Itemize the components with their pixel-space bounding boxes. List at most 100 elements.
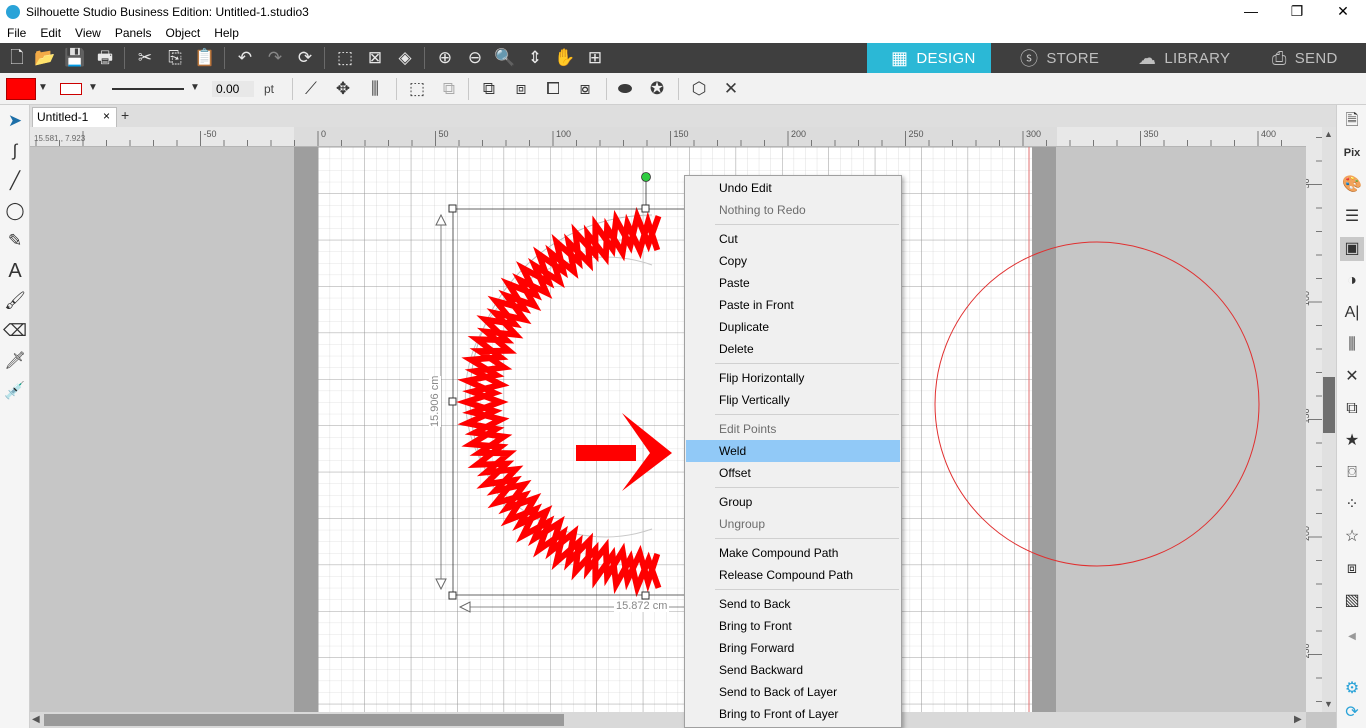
cut-icon[interactable]: ✂: [134, 47, 156, 69]
horizontal-scrollbar[interactable]: ◀ ▶: [30, 712, 1306, 728]
hatch-panel-icon[interactable]: ▧: [1340, 589, 1364, 613]
menu-help[interactable]: Help: [207, 26, 246, 40]
group-icon[interactable]: ⧉: [478, 78, 500, 100]
zoom-in-icon[interactable]: ⊕: [434, 47, 456, 69]
print-icon[interactable]: 🖶: [94, 47, 116, 69]
minimize-button[interactable]: —: [1228, 0, 1274, 23]
line-width-input[interactable]: 0.00: [212, 81, 254, 97]
new-document-icon[interactable]: 🗋: [6, 47, 28, 69]
edit-points-icon[interactable]: ∫: [3, 139, 27, 163]
redraw-icon[interactable]: ⟳: [294, 47, 316, 69]
select-all-icon[interactable]: ⬚: [334, 47, 356, 69]
menu-edit[interactable]: Edit: [33, 26, 68, 40]
line-style-preview[interactable]: [112, 88, 184, 90]
rotate-icon[interactable]: ⧉: [438, 78, 460, 100]
document-tab[interactable]: Untitled-1 ×: [32, 107, 117, 127]
weld-icon[interactable]: ⬬: [614, 78, 636, 100]
tab-send[interactable]: ⎙ SEND: [1248, 43, 1366, 73]
release-compound-icon[interactable]: ⧇: [574, 78, 596, 100]
context-menu-item-nothing-to-redo[interactable]: Nothing to Redo: [686, 199, 900, 221]
context-menu-item-bring-to-front[interactable]: Bring to Front: [686, 615, 900, 637]
line-style-dropdown-icon[interactable]: ▼: [190, 82, 200, 93]
save-icon[interactable]: 💾: [64, 47, 86, 69]
menu-file[interactable]: File: [0, 26, 33, 40]
compound-path-icon[interactable]: ⧠: [542, 78, 564, 100]
context-menu-item-cut[interactable]: Cut: [686, 228, 900, 250]
fit-to-page-icon[interactable]: ⊞: [584, 47, 606, 69]
tab-store[interactable]: ⓢ STORE: [996, 43, 1114, 73]
scale-icon[interactable]: ⬚: [406, 78, 428, 100]
line-color-swatch[interactable]: [60, 83, 82, 95]
undo-icon[interactable]: ↶: [234, 47, 256, 69]
move-icon[interactable]: ✥: [332, 78, 354, 100]
fill-color-dropdown-icon[interactable]: ▼: [38, 82, 48, 93]
context-menu-item-ungroup[interactable]: Ungroup: [686, 513, 900, 535]
3d-box-icon[interactable]: ⬡: [688, 78, 710, 100]
text-style-panel-icon[interactable]: A|: [1340, 301, 1364, 325]
rotate-handle[interactable]: [641, 172, 651, 182]
restore-button[interactable]: ❐: [1274, 0, 1320, 23]
knife-tool-icon[interactable]: 🗡: [3, 349, 27, 373]
context-menu-item-duplicate[interactable]: Duplicate: [686, 316, 900, 338]
scroll-up-icon[interactable]: ▲: [1324, 129, 1333, 139]
modify-panel-icon[interactable]: ⧉: [1340, 397, 1364, 421]
line-style-panel-icon[interactable]: ☰: [1340, 205, 1364, 229]
add-tab-button[interactable]: +: [121, 107, 129, 123]
menu-view[interactable]: View: [68, 26, 108, 40]
pixscan-icon[interactable]: Pix: [1340, 141, 1364, 165]
align-icon[interactable]: ⫼: [364, 78, 386, 100]
select-arrow-icon[interactable]: ➤: [3, 109, 27, 133]
context-menu-item-edit-points[interactable]: Edit Points: [686, 418, 900, 440]
fill-color-panel-icon[interactable]: 🎨: [1340, 173, 1364, 197]
zoom-out-icon[interactable]: ⊖: [464, 47, 486, 69]
tab-design[interactable]: ▦ DESIGN: [867, 43, 991, 73]
nesting-panel-icon[interactable]: ⧈: [1340, 557, 1364, 581]
context-menu-item-send-to-back-of-layer[interactable]: Send to Back of Layer: [686, 681, 900, 703]
context-menu-item-paste[interactable]: Paste: [686, 272, 900, 294]
align-panel-icon[interactable]: ⫼: [1340, 333, 1364, 357]
settings-gear-icon[interactable]: ⚙: [1340, 677, 1364, 701]
close-window-button[interactable]: ✕: [1320, 0, 1366, 23]
zoom-selected-icon[interactable]: 🔍: [494, 47, 516, 69]
horizontal-scroll-thumb[interactable]: [44, 714, 564, 726]
collapse-arrow-icon[interactable]: ◀: [1340, 625, 1364, 649]
context-menu-item-group[interactable]: Group: [686, 491, 900, 513]
context-menu-item-bring-to-front-of-layer[interactable]: Bring to Front of Layer: [686, 703, 900, 725]
sketch-panel-icon[interactable]: ▣: [1340, 237, 1364, 261]
scroll-left-icon[interactable]: ◀: [32, 714, 40, 725]
close-x-icon[interactable]: ✕: [720, 78, 742, 100]
offset-panel-icon[interactable]: ★: [1340, 429, 1364, 453]
context-menu-item-offset[interactable]: Offset: [686, 462, 900, 484]
deselect-icon[interactable]: ⊠: [364, 47, 386, 69]
context-menu-item-undo-edit[interactable]: Undo Edit: [686, 177, 900, 199]
transform-panel-icon[interactable]: ✕: [1340, 365, 1364, 389]
design-canvas[interactable]: 15.906 cm 15.872 cm: [30, 147, 1306, 712]
paint-tool-icon[interactable]: 🖌: [3, 289, 27, 313]
eraser-tool-icon[interactable]: ⌫: [3, 319, 27, 343]
line-tool-icon[interactable]: ╱: [3, 169, 27, 193]
line-color-dropdown-icon[interactable]: ▼: [88, 82, 98, 93]
context-menu-item-send-backward[interactable]: Send Backward: [686, 659, 900, 681]
context-menu-item-flip-vertically[interactable]: Flip Vertically: [686, 389, 900, 411]
thin-red-circle-shape[interactable]: [934, 241, 1260, 567]
page-setup-icon[interactable]: 🗎: [1340, 109, 1364, 133]
context-menu-item-flip-horizontally[interactable]: Flip Horizontally: [686, 367, 900, 389]
sync-icon[interactable]: ⟳: [1340, 701, 1364, 725]
dots-panel-icon[interactable]: ⁘: [1340, 493, 1364, 517]
vertical-scrollbar[interactable]: ▲ ▼: [1322, 127, 1336, 712]
select-by-color-icon[interactable]: ◈: [394, 47, 416, 69]
scroll-down-icon[interactable]: ▼: [1324, 699, 1333, 709]
context-menu-item-copy[interactable]: Copy: [686, 250, 900, 272]
ungroup-icon[interactable]: ⧈: [510, 78, 532, 100]
context-menu-item-weld[interactable]: Weld: [686, 440, 900, 462]
star-panel-icon[interactable]: ☆: [1340, 525, 1364, 549]
context-menu-item-make-compound-path[interactable]: Make Compound Path: [686, 542, 900, 564]
fill-color-swatch[interactable]: [6, 78, 36, 100]
context-menu-item-release-compound-path[interactable]: Release Compound Path: [686, 564, 900, 586]
context-menu-item-bring-forward[interactable]: Bring Forward: [686, 637, 900, 659]
context-menu-item-send-to-back[interactable]: Send to Back: [686, 593, 900, 615]
star-offset-icon[interactable]: ✪: [646, 78, 668, 100]
draw-line-icon[interactable]: ⟋: [300, 78, 322, 100]
trace-panel-icon[interactable]: ◑: [1340, 269, 1364, 293]
context-menu-item-paste-in-front[interactable]: Paste in Front: [686, 294, 900, 316]
